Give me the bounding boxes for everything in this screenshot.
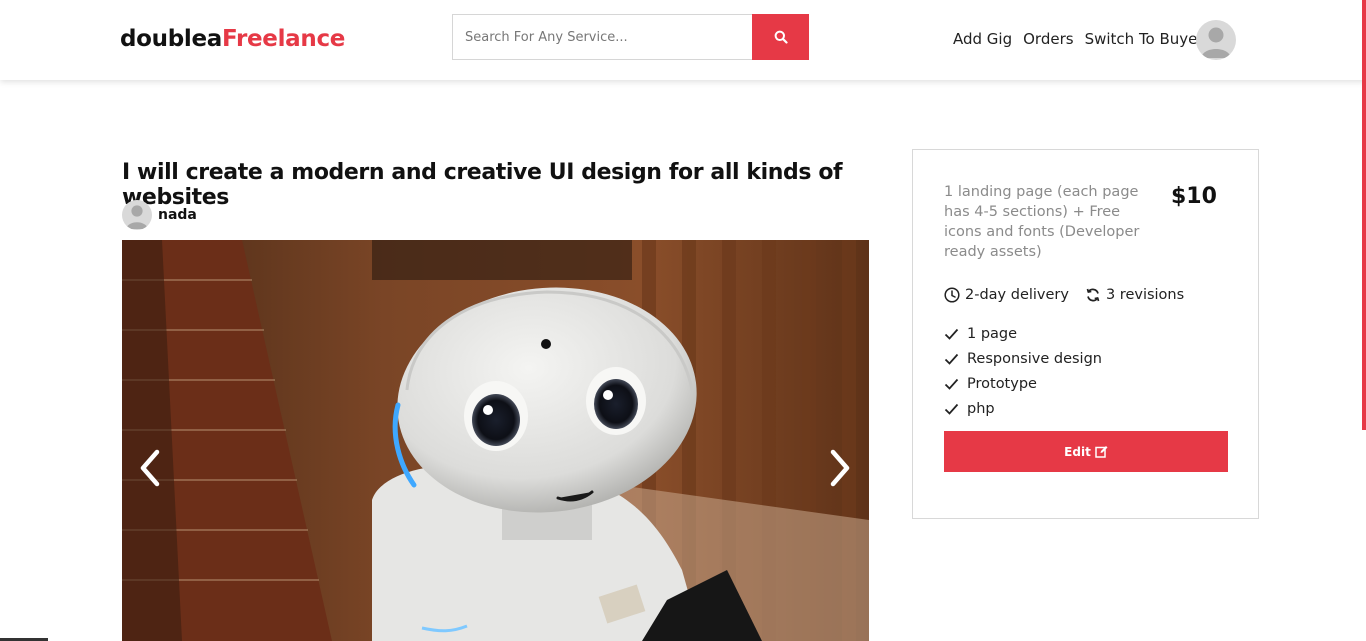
- feature-item: 1 page: [944, 321, 1102, 346]
- feature-label: Responsive design: [967, 350, 1102, 367]
- nav-links: Add Gig Orders Switch To Buyer: [953, 30, 1204, 48]
- feature-item: php: [944, 396, 1102, 421]
- chevron-left-icon: [140, 449, 160, 487]
- logo-text-accent: Freelance: [222, 26, 346, 52]
- user-avatar-icon: [1201, 27, 1231, 58]
- feature-item: Responsive design: [944, 346, 1102, 371]
- edit-icon: [1095, 446, 1108, 458]
- delivery-info: 2-day delivery: [944, 287, 1069, 303]
- check-icon: [944, 378, 959, 390]
- nav-orders[interactable]: Orders: [1023, 30, 1073, 48]
- carousel-next-button[interactable]: [822, 446, 858, 490]
- check-icon: [944, 353, 959, 365]
- delivery-text: 2-day delivery: [965, 287, 1069, 303]
- search-bar: [452, 14, 809, 60]
- feature-label: php: [967, 400, 995, 417]
- chevron-right-icon: [830, 449, 850, 487]
- search-button[interactable]: [752, 14, 809, 60]
- package-price: $10: [1171, 184, 1217, 209]
- search-input[interactable]: [452, 14, 752, 60]
- feature-list: 1 page Responsive design Prototype php: [944, 321, 1102, 421]
- clock-icon: [944, 287, 960, 303]
- seller-name[interactable]: nada: [158, 207, 197, 223]
- seller-avatar[interactable]: [122, 200, 152, 230]
- nav-switch-to-buyer[interactable]: Switch To Buyer: [1085, 30, 1204, 48]
- edit-button-label: Edit: [1064, 444, 1091, 459]
- revisions-info: 3 revisions: [1085, 287, 1184, 303]
- feature-item: Prototype: [944, 371, 1102, 396]
- check-icon: [944, 403, 959, 415]
- feature-label: 1 page: [967, 325, 1018, 342]
- nav-add-gig[interactable]: Add Gig: [953, 30, 1012, 48]
- gig-image: [122, 240, 869, 641]
- package-meta: 2-day delivery 3 revisions: [944, 287, 1200, 303]
- feature-label: Prototype: [967, 375, 1037, 392]
- search-icon: [774, 30, 788, 44]
- gig-image-carousel[interactable]: [122, 240, 869, 641]
- edit-button[interactable]: Edit: [944, 431, 1228, 472]
- revisions-text: 3 revisions: [1105, 287, 1185, 303]
- check-icon: [944, 328, 959, 340]
- seller-info[interactable]: nada: [122, 200, 197, 230]
- logo-text-primary: doublea: [120, 26, 223, 52]
- site-logo[interactable]: doubleaFreelance: [120, 26, 345, 52]
- seller-avatar-icon: [126, 205, 148, 229]
- scrollbar[interactable]: [1362, 0, 1366, 430]
- user-avatar[interactable]: [1196, 20, 1236, 60]
- carousel-prev-button[interactable]: [132, 446, 168, 490]
- package-description: 1 landing page (each page has 4-5 sectio…: [944, 184, 1140, 260]
- package-card: 1 landing page (each page has 4-5 sectio…: [912, 149, 1259, 519]
- top-navbar: doubleaFreelance Add Gig Orders Switch T…: [0, 0, 1366, 80]
- refresh-icon: [1086, 288, 1100, 302]
- gig-title: I will create a modern and creative UI d…: [122, 160, 843, 210]
